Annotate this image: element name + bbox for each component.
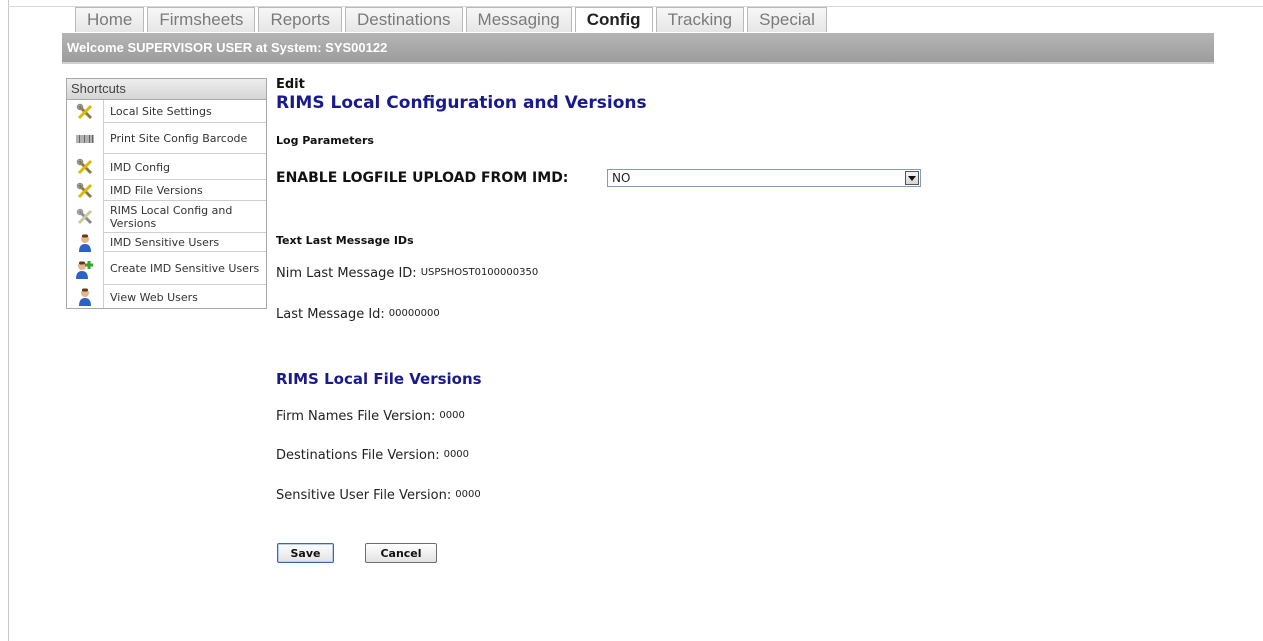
tab-messaging[interactable]: Messaging <box>465 7 572 32</box>
log-parameters-heading: Log Parameters <box>276 134 374 147</box>
last-message-id-row: Last Message Id: 00000000 <box>276 307 440 322</box>
shortcut-label: Local Site Settings <box>103 100 266 123</box>
sensitive-user-version-label: Sensitive User File Version: <box>276 488 452 503</box>
tab-config[interactable]: Config <box>574 7 653 32</box>
shortcut-print-site-config-barcode[interactable]: Print Site Config Barcode <box>67 123 266 154</box>
firm-names-version-value: 0000 <box>439 410 465 421</box>
tab-special[interactable]: Special <box>747 7 827 32</box>
main-nav-tabs: Home Firmsheets Reports Destinations Mes… <box>75 7 830 32</box>
save-button[interactable]: Save <box>277 543 334 563</box>
edit-label: Edit <box>276 77 305 92</box>
tools-icon <box>67 154 103 180</box>
shortcut-label: View Web Users <box>103 285 266 308</box>
last-message-id-value: 00000000 <box>388 308 440 319</box>
shortcuts-panel: Shortcuts Local Site Settings Print Site… <box>66 78 267 309</box>
enable-logfile-label: ENABLE LOGFILE UPLOAD FROM IMD: <box>276 170 569 186</box>
shortcut-create-imd-sensitive-users[interactable]: Create IMD Sensitive Users <box>67 252 266 285</box>
window-frame-left <box>8 0 9 641</box>
shortcut-label: IMD Sensitive Users <box>103 233 266 252</box>
chevron-down-icon[interactable] <box>905 171 919 185</box>
shortcut-view-web-users[interactable]: View Web Users <box>67 285 266 308</box>
welcome-bar-shadow <box>62 62 1214 64</box>
shortcut-imd-file-versions[interactable]: IMD File Versions <box>67 180 266 201</box>
nim-last-message-id-row: Nim Last Message ID: USPSHOST0100000350 <box>276 266 538 281</box>
tab-tracking[interactable]: Tracking <box>655 7 745 32</box>
add-user-icon <box>67 252 103 285</box>
barcode-icon <box>67 123 103 154</box>
user-icon <box>67 233 103 252</box>
shortcut-rims-local-config[interactable]: RIMS Local Config and Versions <box>67 201 266 233</box>
tools-icon <box>67 201 103 233</box>
sensitive-user-version-row: Sensitive User File Version: 0000 <box>276 488 481 503</box>
text-last-message-ids-heading: Text Last Message IDs <box>276 234 414 247</box>
destinations-version-value: 0000 <box>443 449 470 460</box>
cancel-button[interactable]: Cancel <box>365 543 437 563</box>
tab-firmsheets[interactable]: Firmsheets <box>147 7 256 32</box>
tools-icon <box>67 100 103 123</box>
nim-last-message-id-value: USPSHOST0100000350 <box>420 267 539 278</box>
last-message-id-label: Last Message Id: <box>276 307 385 322</box>
shortcut-label: Create IMD Sensitive Users <box>103 252 266 285</box>
shortcut-local-site-settings[interactable]: Local Site Settings <box>67 100 266 123</box>
user-icon <box>67 285 103 308</box>
tab-home[interactable]: Home <box>75 7 145 32</box>
page-title: RIMS Local Configuration and Versions <box>276 93 647 113</box>
nim-last-message-id-label: Nim Last Message ID: <box>276 266 417 281</box>
tools-icon <box>67 180 103 201</box>
firm-names-version-label: Firm Names File Version: <box>276 409 436 424</box>
sensitive-user-version-value: 0000 <box>455 489 481 500</box>
shortcut-imd-sensitive-users[interactable]: IMD Sensitive Users <box>67 233 266 252</box>
welcome-bar: Welcome SUPERVISOR USER at System: SYS00… <box>62 33 1214 62</box>
shortcuts-title: Shortcuts <box>67 79 266 100</box>
shortcut-label: IMD File Versions <box>103 180 266 201</box>
shortcut-label: RIMS Local Config and Versions <box>103 201 266 233</box>
destinations-version-label: Destinations File Version: <box>276 448 440 463</box>
enable-logfile-select[interactable]: NO <box>607 169 921 187</box>
shortcut-imd-config[interactable]: IMD Config <box>67 154 266 180</box>
file-versions-title: RIMS Local File Versions <box>276 370 482 388</box>
tab-destinations[interactable]: Destinations <box>344 7 463 32</box>
destinations-version-row: Destinations File Version: 0000 <box>276 448 469 463</box>
enable-logfile-value: NO <box>612 171 631 185</box>
firm-names-version-row: Firm Names File Version: 0000 <box>276 409 465 424</box>
shortcut-label: Print Site Config Barcode <box>103 123 266 154</box>
shortcut-label: IMD Config <box>103 154 266 180</box>
tab-reports[interactable]: Reports <box>258 7 342 32</box>
